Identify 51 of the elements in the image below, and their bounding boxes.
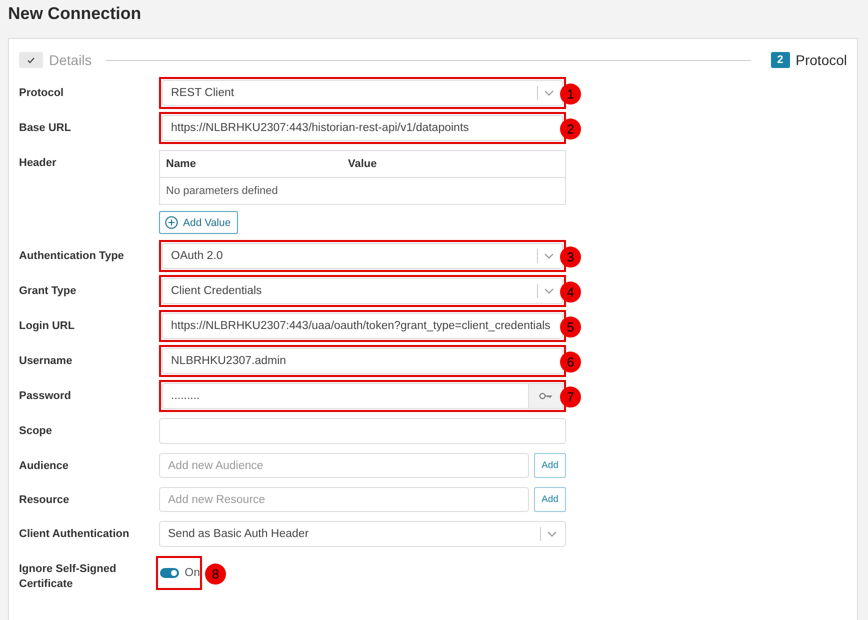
chevron-down-icon [544,288,554,294]
add-value-button[interactable]: Add Value [159,211,238,234]
toggle-label: On [184,567,200,579]
select-field[interactable]: Client Credentials [162,278,563,304]
callout-badge: 5 [560,316,581,338]
key-icon [538,392,552,400]
field-label: Base URL [19,121,72,136]
input-field[interactable]: Add new Audience [159,453,529,478]
chevron-down-icon [544,90,554,96]
field-label: Header [19,156,58,171]
callout-badge: 2 [560,118,581,140]
input-field[interactable]: NLBRHKU2307.admin [162,348,563,374]
field-label: Audience [19,459,70,474]
chevron-down-icon [544,253,554,259]
toggle-switch[interactable] [160,568,179,578]
add-button[interactable]: Add [534,453,566,478]
callout-badge: 8 [205,564,226,585]
field-label: Client Authentication [19,527,130,542]
callout-badge: 1 [560,84,581,105]
select-field[interactable]: OAuth 2.0 [162,243,563,269]
field-label: Grant Type [19,284,78,299]
column-header: Name [160,150,342,178]
step-label: Protocol [796,52,847,68]
field-label: Login URL [19,319,76,334]
select-field[interactable]: REST Client [162,80,563,106]
field-label: Ignore Self-Signed Certificate [19,562,118,592]
chevron-down-icon [547,531,557,537]
callout-badge: 3 [560,246,581,268]
page-title: New Connection [7,3,142,25]
input-field[interactable]: Add new Resource [159,487,529,512]
callout-badge: 4 [560,282,581,303]
input-field[interactable]: https://NLBRHKU2307:443/historian-rest-api/v1/datapoints [162,115,563,141]
callout-badge: 7 [560,386,581,408]
field-label: Username [19,354,74,369]
column-header: Value [342,150,566,178]
empty-message: No parameters defined [160,178,566,204]
field-label: Password [19,389,72,404]
input-field[interactable]: https://NLBRHKU2307:443/uaa/oauth/token?grant_type=client_credentials [162,313,563,339]
field-label: Protocol [19,86,65,101]
show-password-button[interactable] [529,383,563,409]
field-label: Scope [19,424,54,439]
callout-badge: 6 [560,352,581,373]
add-button[interactable]: Add [534,487,566,512]
step-number: 2 [770,52,790,68]
select-field[interactable]: Send as Basic Auth Header [159,521,566,547]
field-label: Resource [19,493,70,508]
step-label: Details [49,52,92,68]
password-field[interactable]: ......... [162,383,529,409]
plus-circle-icon [165,216,178,229]
input-field[interactable] [159,418,566,444]
field-label: Authentication Type [19,249,125,264]
